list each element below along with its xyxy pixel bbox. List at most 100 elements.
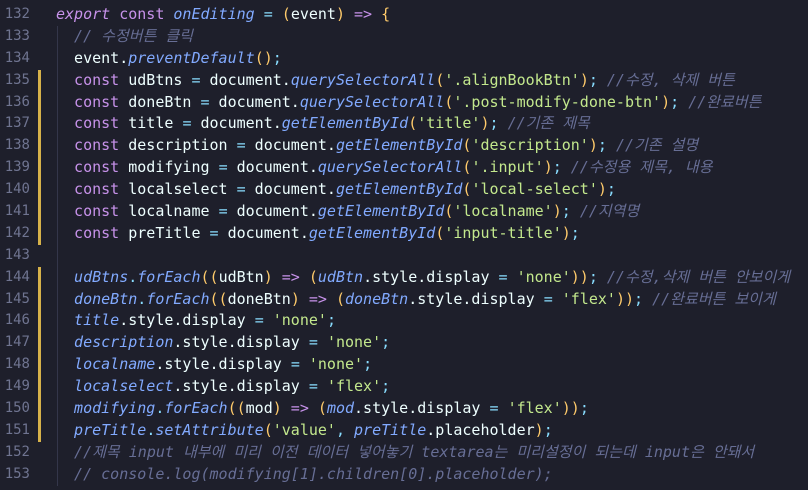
line-number: 136 — [4, 93, 30, 110]
code-token: document. — [245, 136, 336, 155]
code-token: (( — [209, 289, 228, 308]
code-line[interactable]: 133 // 수정버튼 클릭 — [0, 25, 808, 48]
code-token: ; — [552, 158, 571, 177]
code-token: = — [236, 180, 246, 199]
code-token: '.alignBookBtn' — [444, 70, 580, 89]
code-line[interactable]: 144 udBtns.forEach((udBtn) => (udBtn.sty… — [0, 266, 808, 289]
code-line[interactable]: 147 description.style.display = 'none'; — [0, 332, 808, 355]
code-token: ) — [588, 136, 598, 155]
code-line[interactable]: 149 localselect.style.display = 'flex'; — [0, 376, 808, 399]
code-token: ( — [435, 223, 445, 242]
code-token: = — [254, 311, 264, 330]
code-token: //완료버튼 보이게 — [652, 289, 776, 308]
modified-line-marker — [38, 91, 41, 114]
code-token: ; — [597, 136, 616, 155]
code-token: ) — [263, 267, 273, 286]
code-line[interactable]: 142 const preTitle = document.getElement… — [0, 222, 808, 245]
line-number: 137 — [4, 115, 30, 132]
code-token: .style.display — [155, 355, 291, 374]
code-line[interactable]: 141 const localname = document.getElemen… — [0, 201, 808, 223]
code-token: ( — [308, 267, 318, 286]
code-token: ; — [570, 223, 580, 242]
code-line[interactable]: 140 const localselect = document.getElem… — [0, 179, 808, 202]
code-text: // console.log(modifying[1].children[0].… — [56, 464, 553, 486]
line-number: 142 — [4, 224, 30, 241]
modified-line-marker — [38, 266, 41, 289]
code-line[interactable]: 146 title.style.display = 'none'; — [0, 310, 808, 333]
code-token: => — [272, 267, 309, 286]
code-token: => — [281, 399, 318, 418]
code-token: forEach — [137, 267, 201, 286]
code-token: . — [137, 289, 147, 308]
code-text: preTitle.setAttribute('value', preTitle.… — [56, 420, 553, 442]
code-token: modifying — [119, 158, 219, 177]
code-token: = — [543, 289, 553, 308]
code-line[interactable]: 139 const modifying = document.querySele… — [0, 157, 808, 180]
code-text: const localselect = document.getElementB… — [56, 179, 616, 201]
code-token: )) — [615, 289, 634, 308]
line-number: 143 — [4, 246, 30, 263]
code-token: //기존 제목 — [507, 114, 590, 133]
code-token: udBtns — [56, 267, 129, 286]
code-token: = — [218, 158, 228, 177]
code-line[interactable]: 151 preTitle.setAttribute('value', preTi… — [0, 419, 808, 442]
modified-line-marker — [38, 398, 41, 420]
code-editor[interactable]: 132 export const onEditing = (event) => {… — [0, 0, 808, 490]
code-token: localname — [119, 202, 219, 221]
code-token: title — [119, 114, 183, 133]
line-number: 147 — [4, 334, 30, 351]
code-token: { — [381, 5, 391, 23]
indent-guide — [57, 244, 58, 267]
code-token: = — [489, 399, 499, 418]
code-token: = — [254, 5, 282, 23]
code-line[interactable]: 152 //제목 input 내부에 미리 이전 데이터 넣어놓기 textar… — [0, 441, 808, 464]
code-token: document. — [200, 70, 291, 89]
code-line[interactable]: 135 const udBtns = document.querySelecto… — [0, 69, 808, 92]
code-token: .style.display — [173, 377, 309, 396]
code-token: event — [290, 5, 336, 23]
code-text: localselect.style.display = 'flex'; — [56, 376, 390, 398]
code-token: mod — [326, 399, 355, 418]
code-line[interactable]: 137 const title = document.getElementByI… — [0, 113, 808, 136]
code-token: title — [56, 311, 120, 330]
code-token: localselect — [119, 180, 237, 199]
code-token: //수정용 제목, 내용 — [570, 158, 713, 177]
code-token: = — [236, 136, 246, 155]
code-text: doneBtn.forEach((doneBtn) => (doneBtn.st… — [56, 289, 776, 311]
code-line[interactable]: 143 — [0, 244, 808, 267]
code-token: 'flex' — [326, 377, 382, 396]
code-token: 'localname' — [453, 202, 553, 221]
line-number: 139 — [4, 159, 30, 176]
code-line[interactable]: 148 localname.style.display = 'none'; — [0, 354, 808, 377]
code-token: .style.display — [173, 333, 309, 352]
code-line[interactable]: 138 const description = document.getElem… — [0, 135, 808, 158]
code-token: ; — [363, 355, 373, 374]
code-line[interactable]: 153 // console.log(modifying[1].children… — [0, 463, 808, 486]
code-token: getElementById — [317, 202, 445, 221]
code-token: getElementById — [335, 136, 463, 155]
code-token: = — [498, 267, 508, 286]
code-token: ; — [634, 289, 653, 308]
code-token: ; — [272, 48, 282, 67]
code-token: udBtn — [218, 267, 264, 286]
line-number: 151 — [4, 421, 30, 438]
code-token: getElementById — [335, 180, 463, 199]
code-text: udBtns.forEach((udBtn) => (udBtn.style.d… — [56, 267, 790, 289]
modified-line-marker — [38, 135, 41, 158]
code-token: = — [200, 92, 210, 111]
code-token: forEach — [146, 289, 210, 308]
line-number: 146 — [4, 312, 30, 329]
code-token: // 수정버튼 클릭 — [56, 26, 193, 45]
code-line[interactable]: 134 event.preventDefault(); — [0, 47, 808, 70]
code-line[interactable]: 132 export const onEditing = (event) => { — [0, 4, 808, 26]
code-token: preventDefault — [128, 48, 255, 67]
code-token: ( — [335, 289, 345, 308]
code-line[interactable]: 136 const doneBtn = document.querySelect… — [0, 91, 808, 114]
code-line[interactable]: 150 modifying.forEach((mod) => (mod.styl… — [0, 398, 808, 420]
code-line[interactable]: 145 doneBtn.forEach((doneBtn) => (doneBt… — [0, 288, 808, 311]
code-token: ) — [579, 70, 589, 89]
code-token: = — [191, 70, 201, 89]
code-token: ; — [561, 202, 580, 221]
